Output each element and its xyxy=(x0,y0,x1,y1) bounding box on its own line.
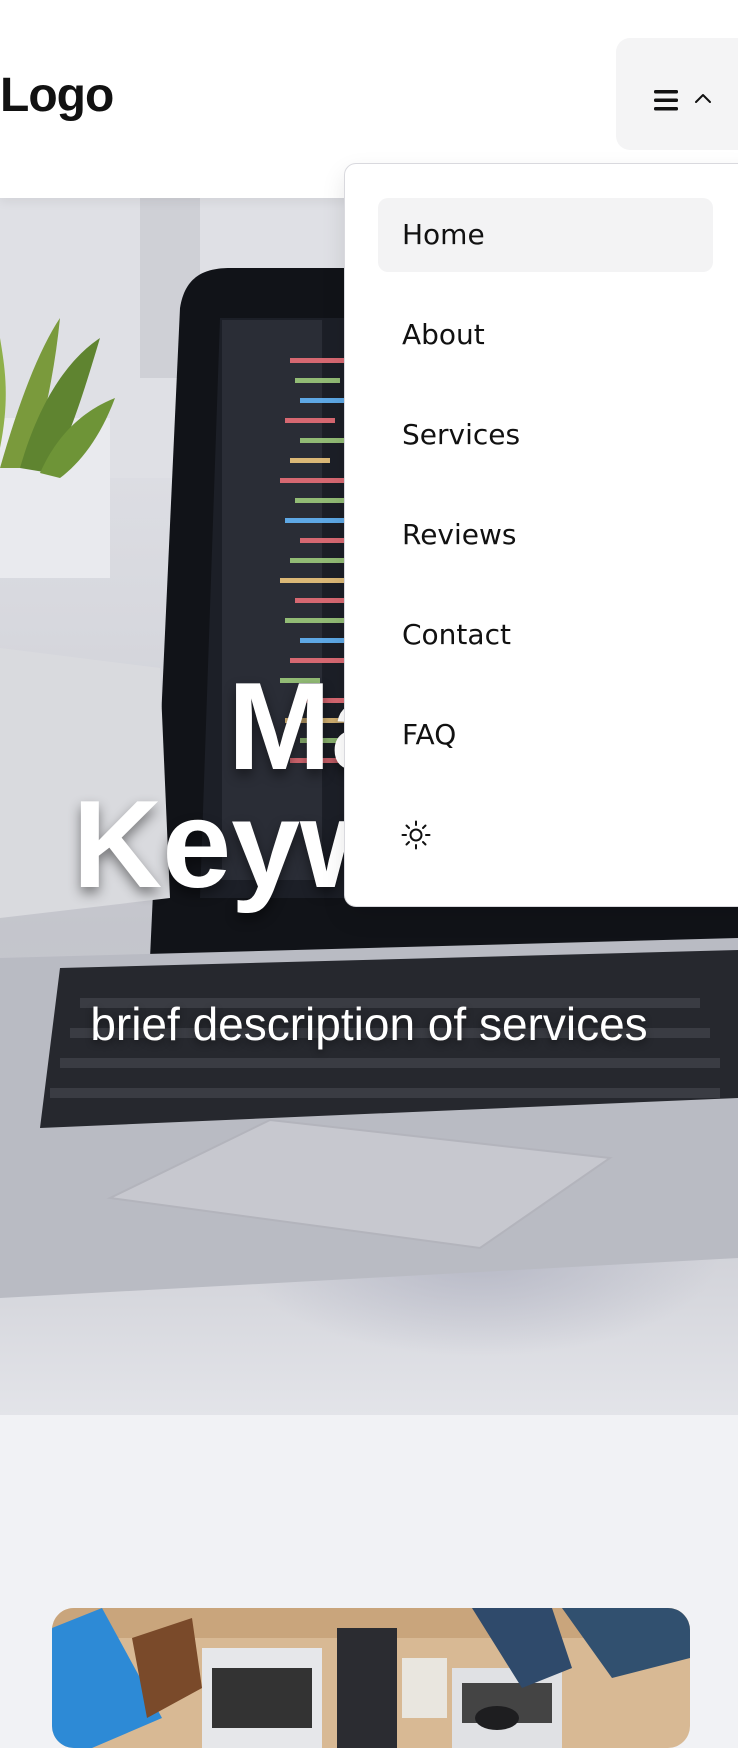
menu-item-label: Contact xyxy=(402,618,511,651)
menu-item-about[interactable]: About xyxy=(378,298,713,372)
menu-item-label: About xyxy=(402,318,485,351)
menu-item-services[interactable]: Services xyxy=(378,398,713,472)
menu-item-label: Home xyxy=(402,218,485,251)
menu-item-label: FAQ xyxy=(402,718,457,751)
menu-item-home[interactable]: Home xyxy=(378,198,713,272)
desk-photo xyxy=(52,1608,690,1748)
hamburger-icon xyxy=(654,90,678,111)
menu-item-label: Services xyxy=(402,418,521,451)
nav-dropdown-menu: Home About Services Reviews Contact FAQ xyxy=(344,163,738,907)
menu-item-faq[interactable]: FAQ xyxy=(378,698,713,772)
sun-icon[interactable] xyxy=(401,820,431,850)
menu-toggle-button[interactable] xyxy=(616,38,738,150)
menu-item-label: Reviews xyxy=(402,518,517,551)
menu-item-contact[interactable]: Contact xyxy=(378,598,713,672)
menu-item-reviews[interactable]: Reviews xyxy=(378,498,713,572)
logo[interactable]: Logo xyxy=(0,68,114,124)
chevron-up-icon xyxy=(695,94,711,103)
feature-card-image xyxy=(52,1608,690,1748)
hero-subtitle: brief description of services xyxy=(90,998,648,1050)
